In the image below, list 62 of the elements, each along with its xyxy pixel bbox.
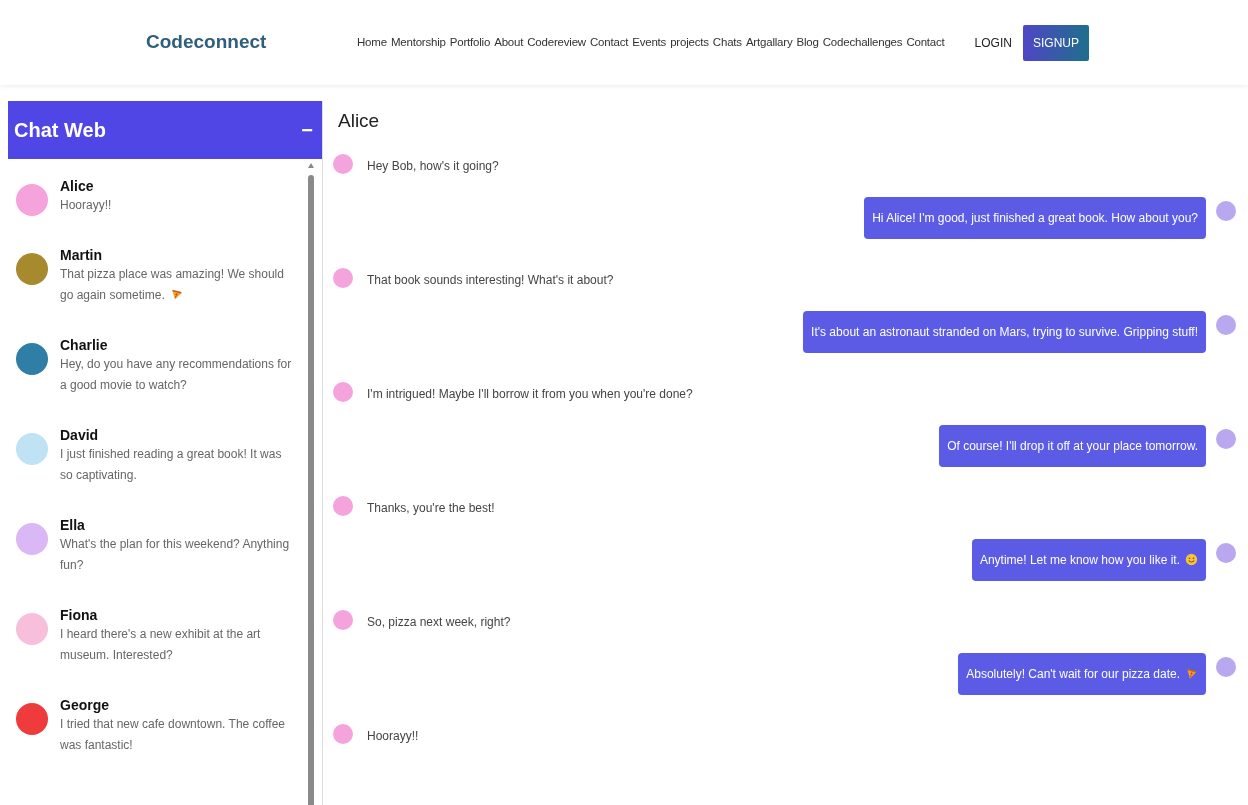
- message-bubble: Of course! I'll drop it off at your place tomorrow.: [939, 424, 1206, 467]
- contact-name: George: [60, 696, 110, 714]
- contact-name: Ella: [60, 516, 86, 534]
- avatar: [333, 381, 353, 402]
- nav-link[interactable]: About: [494, 33, 524, 52]
- message-bubble: Hi Alice! I'm good, just finished a great book. How about you?: [864, 196, 1206, 239]
- nav-link[interactable]: Chats: [712, 33, 742, 52]
- chat-title: Alice: [338, 109, 381, 133]
- brand-logo[interactable]: Codeconnect: [146, 28, 357, 57]
- message-text: Thanks, you're the best!: [367, 499, 495, 517]
- message-preview: I tried that new cafe downtown. The coffee was fantastic!: [60, 716, 287, 754]
- message-preview: I just finished reading a great book! It was so captivating.: [60, 446, 283, 484]
- message-preview: That pizza place was amazing! We should go again sometime.: [60, 266, 285, 304]
- nav-link[interactable]: Events: [632, 33, 667, 52]
- message-bubble: Absolutely! Can't wait for our pizza date.: [958, 652, 1206, 695]
- nav-link[interactable]: Codereview: [527, 33, 586, 52]
- message-text: I'm intrigued! Maybe I'll borrow it from you when you're done?: [367, 385, 693, 403]
- avatar: [333, 495, 353, 516]
- avatar: [1216, 428, 1236, 449]
- contact-item[interactable]: Alice Hoorayy!!: [8, 159, 306, 228]
- contact-item[interactable]: Fiona I heard there's a new exhibit at the art museum. Interested?: [8, 588, 306, 678]
- nav-link[interactable]: Blog: [796, 33, 819, 52]
- contact-item[interactable]: David I just finished reading a great book! It was so captivating.: [8, 408, 306, 498]
- contact-name: David: [60, 426, 100, 444]
- login-link[interactable]: LOGIN: [974, 33, 1012, 52]
- message-bubble: It's about an astronaut stranded on Mars, trying to survive. Gripping stuff!: [803, 310, 1206, 353]
- avatar: [1216, 542, 1236, 563]
- nav-link[interactable]: Mentorship: [390, 33, 446, 52]
- collapse-button[interactable]: −: [301, 120, 313, 140]
- sidebar-title: Chat Web: [14, 118, 106, 143]
- contact-item[interactable]: Ella What's the plan for this weekend? Anything fun?: [8, 498, 306, 588]
- avatar: [333, 267, 353, 288]
- message-text: That book sounds interesting! What's it about?: [367, 271, 614, 289]
- nav-link[interactable]: Portfolio: [449, 33, 491, 52]
- message-preview: Hoorayy!!: [60, 197, 113, 214]
- message-text: Hey Bob, how's it going?: [367, 157, 499, 175]
- message-text: Hoorayy!!: [367, 727, 419, 745]
- avatar: [1216, 200, 1236, 221]
- avatar: [1216, 314, 1236, 335]
- message-bubble: Anytime! Let me know how you like it.: [971, 538, 1206, 581]
- signup-button[interactable]: SIGNUP: [1022, 24, 1089, 61]
- contact-name: Charlie: [60, 336, 109, 354]
- message-text: So, pizza next week, right?: [367, 613, 511, 631]
- contact-item[interactable]: Martin That pizza place was amazing! We should go again sometime.: [8, 228, 306, 318]
- nav-link[interactable]: Codechallenges: [822, 33, 903, 52]
- nav-link[interactable]: Artgallary: [745, 33, 793, 52]
- message-preview: Hey, do you have any recommendations for a good movie to watch?: [60, 356, 292, 394]
- nav-link[interactable]: projects: [670, 33, 709, 52]
- avatar: [1216, 656, 1236, 677]
- avatar: [333, 609, 353, 630]
- nav-link[interactable]: Contact: [589, 33, 629, 52]
- message-preview: What's the plan for this weekend? Anything fun?: [60, 536, 291, 574]
- avatar: [333, 153, 353, 174]
- contact-item[interactable]: Charlie Hey, do you have any recommendations for a good movie to watch?: [8, 318, 306, 408]
- nav-link[interactable]: Contact: [906, 33, 945, 52]
- contact-name: Fiona: [60, 606, 99, 624]
- contact-item[interactable]: George I tried that new cafe downtown. The coffee was fantastic!: [8, 678, 306, 768]
- contact-name: Martin: [60, 246, 103, 264]
- message-preview: I heard there's a new exhibit at the art museum. Interested?: [60, 626, 262, 664]
- contact-name: Alice: [60, 177, 95, 195]
- avatar: [333, 723, 353, 744]
- nav-link[interactable]: Home: [357, 33, 387, 52]
